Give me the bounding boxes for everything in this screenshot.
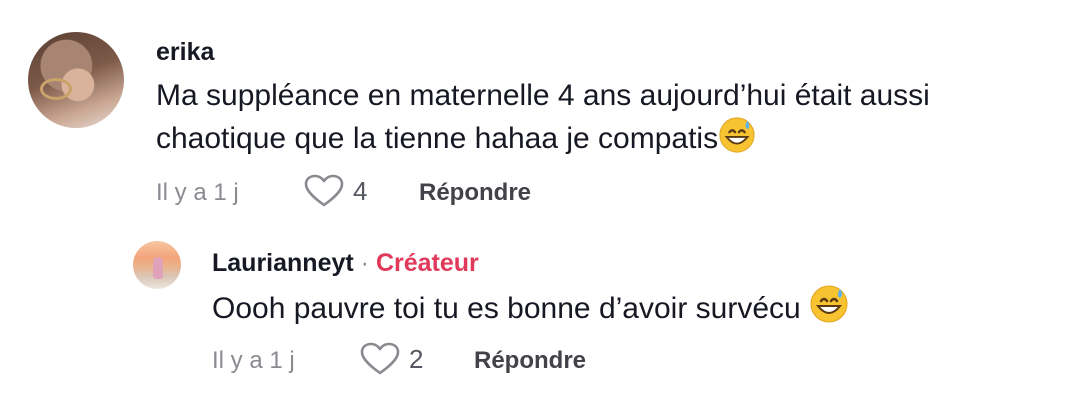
- grinning-sweat-emoji: [809, 284, 849, 337]
- reply-timestamp: Il y a 1 j: [212, 347, 295, 374]
- reply-text-line: Oooh pauvre toi tu es bonne d’avoir surv…: [212, 284, 849, 337]
- reply-text: Oooh pauvre toi tu es bonne d’avoir surv…: [212, 292, 801, 325]
- comment-text: chaotique que la tienne hahaa je compati…: [156, 122, 719, 155]
- separator-dot: ·: [360, 249, 369, 277]
- comment-thread: erika Ma suppléance en maternelle 4 ans …: [0, 0, 1076, 404]
- avatar[interactable]: [133, 241, 181, 289]
- like-count: 2: [409, 344, 424, 374]
- grinning-sweat-emoji: [718, 116, 756, 167]
- reply-username[interactable]: Laurianneyt: [212, 249, 354, 277]
- like-count: 4: [353, 176, 368, 206]
- comment-text-line-2: chaotique que la tienne hahaa je compati…: [156, 116, 756, 167]
- creator-badge: Créateur: [375, 249, 479, 277]
- reply-username-line: Laurianneyt · Créateur: [212, 249, 479, 278]
- reply-button[interactable]: Répondre: [419, 179, 531, 207]
- avatar[interactable]: [28, 32, 124, 128]
- reply-button[interactable]: Répondre: [474, 347, 586, 375]
- comment-timestamp: Il y a 1 j: [156, 179, 239, 206]
- avatar-figure: [153, 257, 163, 279]
- heart-outline-icon[interactable]: [360, 342, 400, 381]
- comment-text-line-1: Ma suppléance en maternelle 4 ans aujour…: [156, 79, 930, 112]
- comment-username[interactable]: erika: [156, 38, 214, 67]
- avatar-glasses: [40, 78, 72, 100]
- heart-outline-icon[interactable]: [304, 174, 344, 213]
